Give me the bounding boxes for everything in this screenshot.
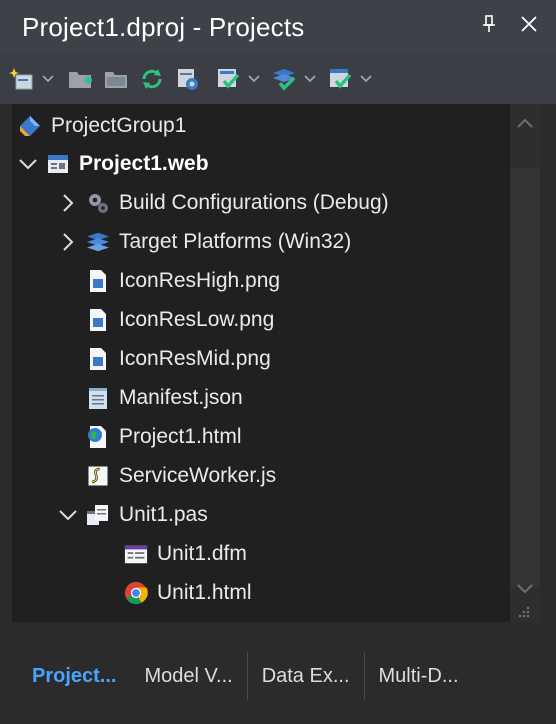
- unit-file-icon: [86, 503, 110, 527]
- add-new-button[interactable]: [62, 61, 98, 97]
- deploy-check-icon: [330, 69, 352, 89]
- tree-item-target-platforms[interactable]: Target Platforms (Win32): [58, 222, 351, 261]
- build-button[interactable]: [170, 61, 206, 97]
- vertical-scrollbar[interactable]: [510, 104, 540, 622]
- chevron-right-icon: [63, 232, 74, 251]
- tree-item-label: IconResLow.png: [119, 307, 275, 331]
- tree-item-label: Manifest.json: [119, 385, 243, 409]
- window-title: Project1.dproj - Projects: [22, 11, 305, 42]
- tab-projects[interactable]: Project...: [0, 652, 131, 700]
- web-project-icon: [46, 152, 70, 176]
- tree-item-label: Project1.web: [79, 151, 209, 175]
- layers-button[interactable]: [266, 61, 302, 97]
- build-all-dropdown[interactable]: [246, 61, 262, 97]
- chrome-icon: [124, 581, 148, 605]
- chevron-down-icon: [360, 75, 372, 83]
- expander-collapsed[interactable]: [58, 193, 78, 213]
- notepad-file-icon: [86, 386, 110, 410]
- layers-dropdown[interactable]: [302, 61, 318, 97]
- deploy-button[interactable]: [322, 61, 358, 97]
- layers-icon: [86, 230, 110, 254]
- chevron-down-icon: [19, 158, 37, 169]
- tab-data-explorer[interactable]: Data Ex...: [248, 652, 365, 700]
- scroll-down-button[interactable]: [510, 574, 540, 604]
- tab-multi-device[interactable]: Multi-D...: [365, 652, 473, 700]
- image-file-icon: [86, 308, 110, 332]
- tree-item-manifest[interactable]: Manifest.json: [86, 378, 243, 417]
- layers-check-icon: [273, 69, 296, 91]
- expander-expanded[interactable]: [18, 154, 38, 174]
- open-button[interactable]: [98, 61, 134, 97]
- build-check-icon: [218, 69, 240, 89]
- title-bar[interactable]: Project1.dproj - Projects: [0, 0, 556, 54]
- tree-item-iconreshigh[interactable]: IconResHigh.png: [86, 261, 280, 300]
- tree-item-label: IconResMid.png: [119, 346, 271, 370]
- scroll-up-button[interactable]: [510, 108, 540, 138]
- pin-icon: [483, 15, 495, 32]
- tree-item-serviceworker[interactable]: ServiceWorker.js: [86, 456, 276, 495]
- new-item-dropdown[interactable]: [40, 61, 56, 97]
- close-button[interactable]: [516, 10, 542, 38]
- project-group-icon: [18, 114, 42, 138]
- form-file-icon: [124, 542, 148, 566]
- deploy-dropdown[interactable]: [358, 61, 374, 97]
- tree-item-unit1-dfm[interactable]: Unit1.dfm: [124, 534, 247, 573]
- resize-grip-icon[interactable]: [516, 604, 530, 618]
- tree-item-label: Unit1.html: [157, 580, 252, 604]
- tree-item-label: Unit1.pas: [119, 502, 208, 526]
- chevron-down-icon: [517, 584, 533, 594]
- script-file-icon: [86, 464, 110, 488]
- chevron-down-icon: [304, 75, 316, 83]
- tree-item-label: Unit1.dfm: [157, 541, 247, 565]
- bottom-tabs: Project... Model V... Data Ex... Multi-D…: [0, 652, 556, 700]
- tree-item-label: ProjectGroup1: [51, 113, 187, 137]
- tree-item-label: IconResHigh.png: [119, 268, 281, 292]
- tree-item-unit1-html[interactable]: Unit1.html: [124, 573, 252, 612]
- scroll-thumb[interactable]: [510, 168, 540, 588]
- sync-icon: [142, 69, 162, 89]
- tree-item-iconresmid[interactable]: IconResMid.png: [86, 339, 271, 378]
- tree-item-label: Build Configurations (Debug): [119, 190, 389, 214]
- tab-model-view[interactable]: Model V...: [130, 652, 248, 700]
- build-icon: [178, 69, 198, 90]
- close-icon: [521, 16, 537, 32]
- new-item-button[interactable]: [4, 61, 40, 97]
- tree-item-label: ServiceWorker.js: [119, 463, 277, 487]
- folder-icon: [105, 72, 127, 88]
- tree-item-label: Target Platforms (Win32): [119, 229, 352, 253]
- html-file-icon: [86, 425, 110, 449]
- tree-item-iconreslow[interactable]: IconResLow.png: [86, 300, 274, 339]
- toolbar: [0, 54, 556, 104]
- tree-item-label: Project1.html: [119, 424, 242, 448]
- chevron-right-icon: [63, 193, 74, 212]
- folder-add-icon: [69, 72, 92, 88]
- chevron-down-icon: [42, 75, 54, 83]
- build-all-button[interactable]: [210, 61, 246, 97]
- title-actions: [476, 10, 542, 38]
- chevron-up-icon: [517, 118, 533, 128]
- tree-item-build-configurations[interactable]: Build Configurations (Debug): [58, 183, 389, 222]
- tree-item-project1-html[interactable]: Project1.html: [86, 417, 242, 456]
- image-file-icon: [86, 347, 110, 371]
- project-tree[interactable]: ProjectGroup1 Project1.web Build Configu…: [12, 104, 510, 622]
- projects-panel: Project1.dproj - Projects ProjectGroup1 …: [0, 0, 556, 724]
- sync-button[interactable]: [134, 61, 170, 97]
- chevron-down-icon: [59, 509, 77, 520]
- expander-expanded[interactable]: [58, 505, 78, 525]
- chevron-down-icon: [248, 75, 260, 83]
- tree-item-project1-web[interactable]: Project1.web: [18, 144, 209, 183]
- tree-item-unit1-pas[interactable]: Unit1.pas: [58, 495, 208, 534]
- image-file-icon: [86, 269, 110, 293]
- pin-button[interactable]: [476, 10, 502, 38]
- new-item-icon: [9, 68, 33, 90]
- tree-item-projectgroup[interactable]: ProjectGroup1: [18, 106, 186, 145]
- bottom-strip: [0, 700, 556, 724]
- expander-collapsed[interactable]: [58, 232, 78, 252]
- gears-icon: [86, 191, 110, 215]
